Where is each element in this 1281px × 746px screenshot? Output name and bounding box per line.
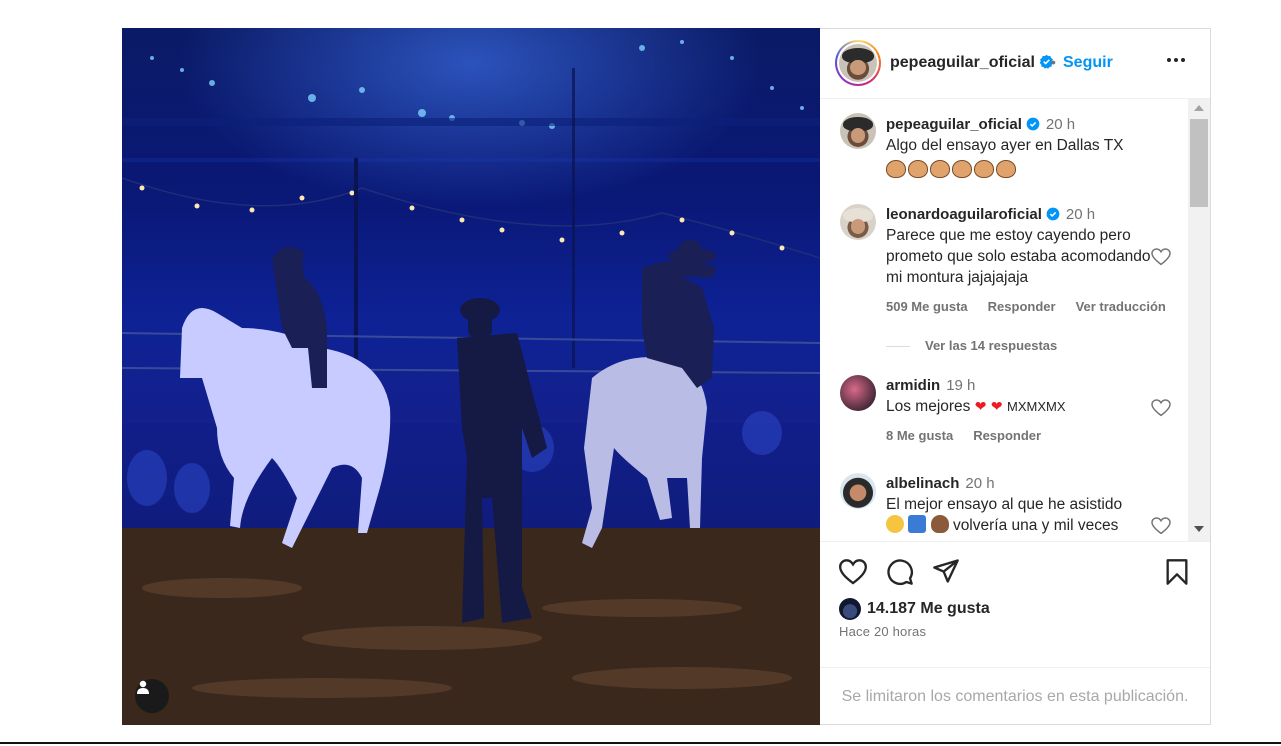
- fist-emoji: [908, 159, 928, 178]
- save-bookmark-icon[interactable]: [1165, 558, 1189, 586]
- comment-likes[interactable]: 8 Me gusta: [886, 428, 953, 443]
- scroll-down-arrow-icon[interactable]: [1194, 526, 1204, 532]
- likes-summary[interactable]: 14.187 Me gusta: [839, 598, 990, 620]
- thumbs-up-emoji: [952, 159, 972, 178]
- liker-avatar: [839, 598, 861, 620]
- author-username[interactable]: pepeaguilar_oficial: [890, 54, 1054, 72]
- follow-button[interactable]: Seguir: [1063, 54, 1113, 72]
- comment-likes[interactable]: 509 Me gusta: [886, 299, 968, 314]
- verified-badge-icon: [1026, 117, 1040, 131]
- comment-time: 20 h: [1065, 206, 1096, 223]
- more-options-icon[interactable]: [1166, 56, 1186, 64]
- comment-username[interactable]: armidin 19 h: [886, 377, 975, 394]
- rodeo-arena-scene: [122, 40, 820, 725]
- comment-avatar[interactable]: [840, 473, 876, 509]
- header-separator: •: [1051, 54, 1056, 70]
- comments-limited-notice: Se limitaron los comentarios en esta pub…: [820, 667, 1210, 726]
- view-replies-button[interactable]: Ver las 14 respuestas: [886, 338, 1057, 353]
- comment-meta: 8 Me gusta Responder: [886, 428, 1061, 443]
- verified-badge-icon: [1046, 207, 1060, 221]
- comment-username[interactable]: pepeaguilar_oficial 20 h: [886, 116, 1075, 133]
- reply-button[interactable]: Responder: [973, 428, 1041, 443]
- comment-text: Los mejores ❤ ❤ MXMXMX: [886, 398, 1066, 415]
- caption-text: Algo del ensayo ayer en Dallas TX: [886, 135, 1156, 179]
- comment-avatar[interactable]: [840, 113, 876, 149]
- tagged-users-button[interactable]: [135, 679, 169, 713]
- reply-button[interactable]: Responder: [988, 299, 1056, 314]
- red-heart-emoji: ❤ ❤: [974, 399, 1003, 415]
- like-comment-heart-icon[interactable]: [1151, 517, 1171, 535]
- comment-text: Parece que me estoy cayendo pero prometo…: [886, 227, 1151, 286]
- post-timestamp[interactable]: Hace 20 horas: [839, 624, 926, 639]
- caption-emojis: [886, 158, 1156, 179]
- person-icon: [137, 680, 149, 694]
- post-image[interactable]: [122, 28, 820, 725]
- star-struck-emoji: [886, 515, 904, 533]
- like-comment-heart-icon[interactable]: [1151, 248, 1171, 266]
- scrollbar-thumb[interactable]: [1190, 119, 1208, 207]
- thumbs-up-emoji: [930, 159, 950, 178]
- story-ring[interactable]: [835, 40, 881, 86]
- comment-avatar[interactable]: [840, 204, 876, 240]
- post-side-panel: pepeaguilar_oficial • Seguir pepeaguilar…: [820, 28, 1211, 725]
- comment-username[interactable]: albelinach 20 h: [886, 475, 995, 492]
- likes-count[interactable]: 14.187 Me gusta: [867, 600, 990, 618]
- fist-emoji: [886, 159, 906, 178]
- fist-emoji: [974, 159, 994, 178]
- comment-time: 19 h: [946, 377, 976, 394]
- post-header: pepeaguilar_oficial • Seguir: [820, 29, 1210, 99]
- comment-time: 20 h: [965, 475, 995, 492]
- like-heart-icon[interactable]: [839, 559, 867, 585]
- post-actions: 14.187 Me gusta Hace 20 horas: [820, 541, 1210, 670]
- woman-emoji: [930, 515, 949, 533]
- comment-icon[interactable]: [886, 558, 914, 586]
- scroll-up-arrow-icon[interactable]: [1194, 105, 1204, 111]
- like-comment-heart-icon[interactable]: [1151, 399, 1171, 417]
- see-translation-button[interactable]: Ver traducción: [1076, 299, 1166, 314]
- comment-meta: 509 Me gusta Responder Ver traducción: [886, 299, 1186, 314]
- author-avatar[interactable]: [839, 44, 877, 82]
- page-bottom-border: [0, 742, 1281, 744]
- share-icon[interactable]: [932, 558, 960, 584]
- comment-text: El mejor ensayo al que he asistido volve…: [886, 496, 1123, 534]
- comment-time: 20 h: [1045, 116, 1076, 133]
- fist-emoji: [996, 159, 1016, 178]
- comment-avatar[interactable]: [840, 375, 876, 411]
- top-arrow-emoji: [908, 515, 927, 533]
- comment-username[interactable]: leonardoaguilaroficial 20 h: [886, 206, 1095, 223]
- comments-list[interactable]: pepeaguilar_oficial 20 h Algo del ensayo …: [820, 99, 1210, 541]
